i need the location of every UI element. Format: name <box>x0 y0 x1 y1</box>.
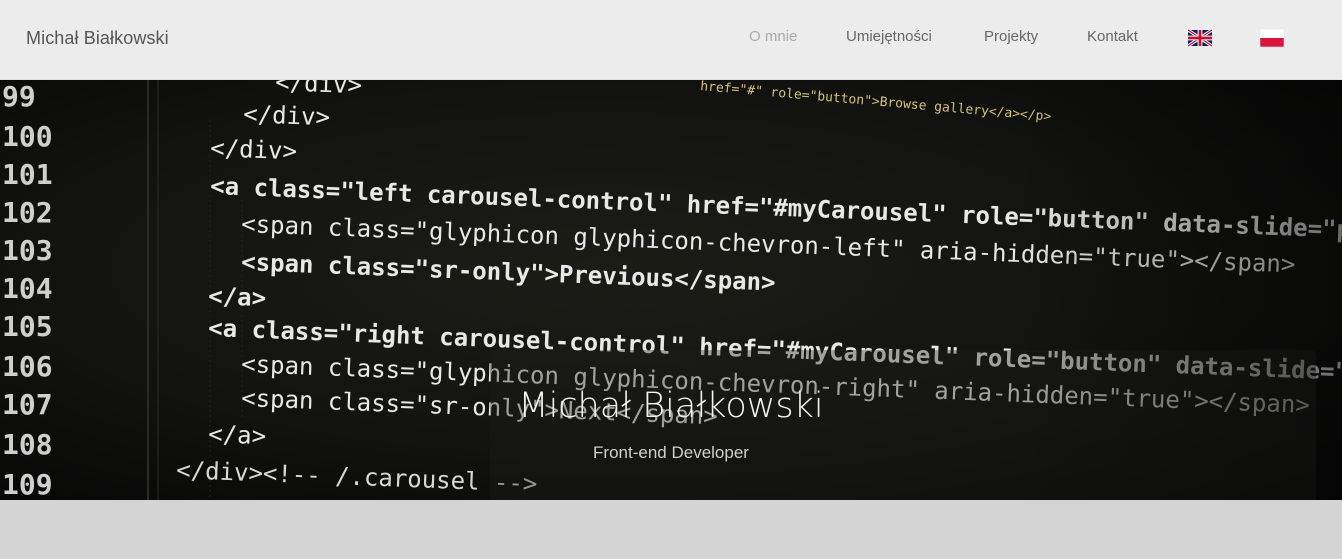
nav-item-kontakt[interactable]: Kontakt <box>1087 28 1138 45</box>
pl-flag-icon[interactable] <box>1260 29 1284 47</box>
page-content-area <box>0 500 1342 559</box>
nav-item-umiejetnosci[interactable]: Umiejętności <box>846 28 932 45</box>
code-line-number: 99 <box>2 80 36 113</box>
code-line-number: 101 <box>2 158 53 191</box>
code-line: </div> <box>275 80 363 99</box>
code-line-number: 105 <box>2 310 53 343</box>
hero-banner: 99 100 101 102 103 104 105 106 107 108 109 </div> <… <box>0 80 1342 500</box>
hero-subtitle: Front-end Developer <box>593 443 749 462</box>
code-line: </a> <box>208 282 267 312</box>
code-line-number: 104 <box>2 272 53 305</box>
code-line: </div> <box>243 100 331 131</box>
nav-item-projekty[interactable]: Projekty <box>984 28 1038 45</box>
code-line: </div> <box>210 134 298 165</box>
top-navbar: Michał Białkowski O mnie Umiejętności Pr… <box>0 0 1342 80</box>
code-line-number: 109 <box>2 468 53 500</box>
code-line-number: 103 <box>2 234 53 267</box>
code-line-number: 102 <box>2 196 53 229</box>
uk-flag-icon[interactable] <box>1188 29 1212 47</box>
brand-link[interactable]: Michał Białkowski <box>26 28 169 49</box>
hero-title: Michał Białkowski <box>518 386 824 426</box>
nav-item-o-mnie[interactable]: O mnie <box>749 28 797 45</box>
code-line-number: 106 <box>2 350 53 383</box>
top-code-fragment: href="#" role="button">Browse gallery</a… <box>700 80 1052 125</box>
code-line-number: 100 <box>2 120 53 153</box>
